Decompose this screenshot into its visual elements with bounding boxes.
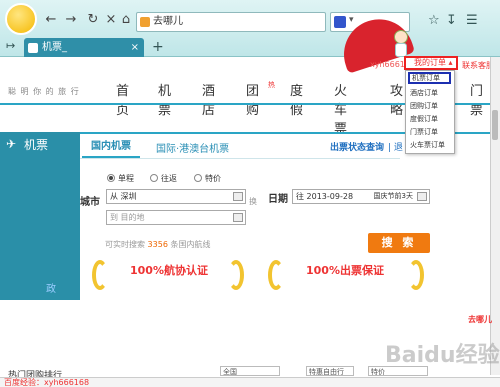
dropdown-item-vacation-orders[interactable]: 度假订单: [410, 114, 438, 124]
departure-date-input[interactable]: 往 2013-09-28 国庆节前3天: [292, 189, 430, 204]
new-tab-button[interactable]: +: [152, 39, 164, 55]
from-city-input[interactable]: 从 深圳: [106, 189, 246, 204]
radio-dot: [150, 174, 158, 182]
radio-special[interactable]: 特价: [194, 173, 221, 184]
dropdown-item-groupbuy-orders[interactable]: 团购订单: [410, 101, 438, 111]
nav-item-vacation[interactable]: 度假: [290, 80, 303, 118]
tab-title: 机票_: [42, 42, 67, 53]
tab-domestic-flights[interactable]: 国内机票: [82, 138, 140, 158]
city-picker-icon[interactable]: [233, 192, 243, 201]
menu-icon[interactable]: ☰: [466, 13, 478, 28]
tab-flights[interactable]: 机票_ ×: [24, 38, 144, 57]
radio-dot: [194, 174, 202, 182]
dropdown-item-train-orders[interactable]: 火车票订单: [410, 140, 445, 150]
hot-badge: 热: [268, 81, 275, 89]
tab-divider: [80, 158, 400, 159]
assurance-ticketing: 100%出票保证: [306, 264, 384, 277]
back-arrow-icon[interactable]: ←: [44, 13, 58, 27]
search-button[interactable]: 搜 索: [368, 233, 430, 253]
nav-item-trains[interactable]: 火车票: [334, 80, 347, 137]
sidebar-item-flights[interactable]: 机票: [0, 133, 80, 157]
tab-favicon-icon: [28, 43, 38, 53]
radio-round-trip[interactable]: 往返: [150, 173, 177, 184]
swap-cities-button[interactable]: 换: [249, 196, 257, 207]
my-orders-button[interactable]: 我的订单 ▴: [404, 56, 458, 70]
booking-sidebar: [0, 132, 80, 300]
dropdown-item-hotel-orders[interactable]: 酒店订单: [410, 88, 438, 98]
radio-one-way[interactable]: 单程: [107, 173, 134, 184]
qunar-link[interactable]: 去哪儿: [468, 314, 492, 325]
nav-item-groupbuy[interactable]: 团购: [246, 80, 259, 118]
tab-close-icon[interactable]: ×: [131, 38, 139, 57]
date-label: 日期: [268, 194, 288, 205]
routes-info: 可实时搜索 3356 条国内航线: [105, 240, 211, 249]
forward-arrow-icon[interactable]: →: [64, 13, 78, 27]
refund-link[interactable]: | 退: [388, 140, 403, 153]
dropdown-item-ticket-orders[interactable]: 门票订单: [410, 127, 438, 137]
city-label: 城市: [80, 197, 100, 208]
laurel-left-icon: [268, 260, 284, 290]
browser-chrome: ← → ↻ × ⌂ 去哪儿 ▾ ☆ ↧ ☰ ↦ 机票_ × +: [0, 0, 500, 57]
calendar-icon[interactable]: [417, 192, 427, 201]
scrollbar-thumb[interactable]: [492, 110, 498, 140]
status-bar: 百度经验：xyh666168: [0, 377, 500, 387]
sidebar-toggle-icon[interactable]: ↦: [6, 39, 15, 52]
nav-item-tickets[interactable]: 门票: [470, 80, 483, 118]
nav-item-hotels[interactable]: 酒店: [202, 80, 215, 118]
browser-logo-icon[interactable]: [5, 3, 37, 35]
tab-international-flights[interactable]: 国际·港澳台机票: [156, 140, 229, 155]
address-bar[interactable]: 去哪儿: [136, 12, 326, 32]
refresh-icon[interactable]: ↻: [86, 13, 100, 27]
address-text: 去哪儿: [153, 16, 183, 27]
tab-strip: ↦ 机票_ × +: [0, 36, 500, 57]
nav-item-home[interactable]: 首页: [116, 80, 129, 118]
laurel-right-icon: [228, 260, 244, 290]
site-favicon-icon: [140, 17, 150, 27]
laurel-right-icon: [408, 260, 424, 290]
star-icon[interactable]: ☆: [428, 13, 440, 28]
home-icon[interactable]: ⌂: [119, 13, 133, 27]
city-picker-icon[interactable]: [233, 213, 243, 222]
search-engine-icon[interactable]: [334, 16, 346, 28]
radio-dot: [107, 174, 115, 182]
ticket-status-link[interactable]: 出票状态查询: [330, 140, 384, 153]
special-filter[interactable]: 特价: [368, 366, 428, 376]
free-travel-filter[interactable]: 特惠自由行: [306, 366, 354, 376]
holiday-note: 国庆节前3天: [373, 192, 413, 200]
city-select[interactable]: 全国: [220, 366, 280, 376]
stop-icon[interactable]: ×: [104, 13, 118, 27]
page-scrollbar[interactable]: [490, 57, 500, 375]
site-slogan: 聪 明 你 的 旅 行: [8, 87, 80, 96]
watermark: Baidu经验: [385, 343, 500, 368]
laurel-left-icon: [92, 260, 108, 290]
sidebar-partial-label: 政: [46, 284, 56, 295]
nav-item-flights[interactable]: 机票: [158, 80, 171, 118]
orders-dropdown: 机票订单 酒店订单 团购订单 度假订单 门票订单 火车票订单: [405, 70, 455, 154]
dropdown-item-flight-orders[interactable]: 机票订单: [408, 72, 451, 84]
assurance-certification: 100%航协认证: [130, 264, 208, 277]
nav-item-guides[interactable]: 攻略: [390, 80, 403, 118]
download-icon[interactable]: ↧: [446, 13, 457, 28]
search-engine-dropdown[interactable]: ▾: [349, 15, 354, 25]
to-city-input[interactable]: 到 目的地: [106, 210, 246, 225]
